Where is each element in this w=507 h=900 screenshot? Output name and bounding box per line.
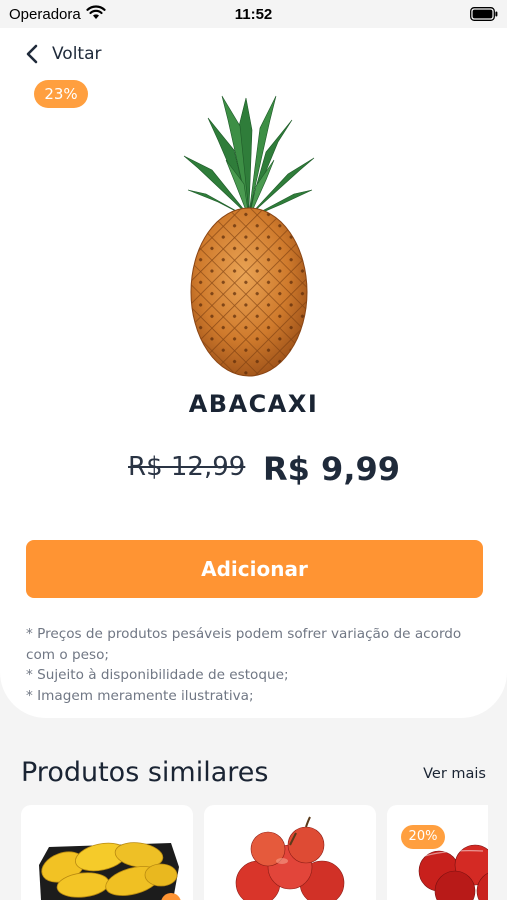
red-apples-bag-image — [418, 844, 488, 900]
status-time: 11:52 — [234, 6, 273, 23]
product-name: ABACAXI — [188, 390, 319, 418]
disclaimer-line: * Sujeito à disponibilidade de estoque; — [26, 667, 289, 683]
back-button[interactable]: Voltar — [26, 40, 102, 68]
status-bar: Operadora 11:52 — [0, 0, 507, 28]
discount-badge: 23% — [34, 80, 88, 108]
similar-discount-badge: 20% — [401, 825, 445, 849]
current-price: R$ 9,99 — [263, 450, 400, 488]
old-price: R$ 12,99 — [128, 452, 246, 482]
add-to-cart-button[interactable]: Adicionar — [26, 540, 483, 598]
similar-product-card[interactable] — [21, 805, 193, 900]
similar-products-title: Produtos similares — [21, 757, 269, 788]
chevron-left-icon — [26, 44, 38, 64]
disclaimer-line: * Preços de produtos pesáveis podem sofr… — [26, 626, 462, 663]
see-more-link[interactable]: Ver mais — [423, 766, 486, 782]
similar-product-card[interactable]: 20% — [387, 805, 488, 900]
battery-icon — [470, 7, 498, 21]
apples-image — [235, 816, 345, 900]
disclaimer: * Preços de produtos pesáveis podem sofr… — [26, 624, 466, 706]
disclaimer-line: * Imagem meramente ilustrativa; — [26, 687, 254, 704]
similar-product-card[interactable] — [204, 805, 376, 900]
product-detail-card: Voltar 23% ABACAXI R$ 12,99 R$ 9,99 Adic… — [0, 28, 507, 718]
pineapple-image — [183, 95, 315, 377]
back-label: Voltar — [52, 44, 102, 64]
mango-tray-image — [39, 842, 181, 900]
similar-products-list: 20% — [21, 805, 488, 900]
